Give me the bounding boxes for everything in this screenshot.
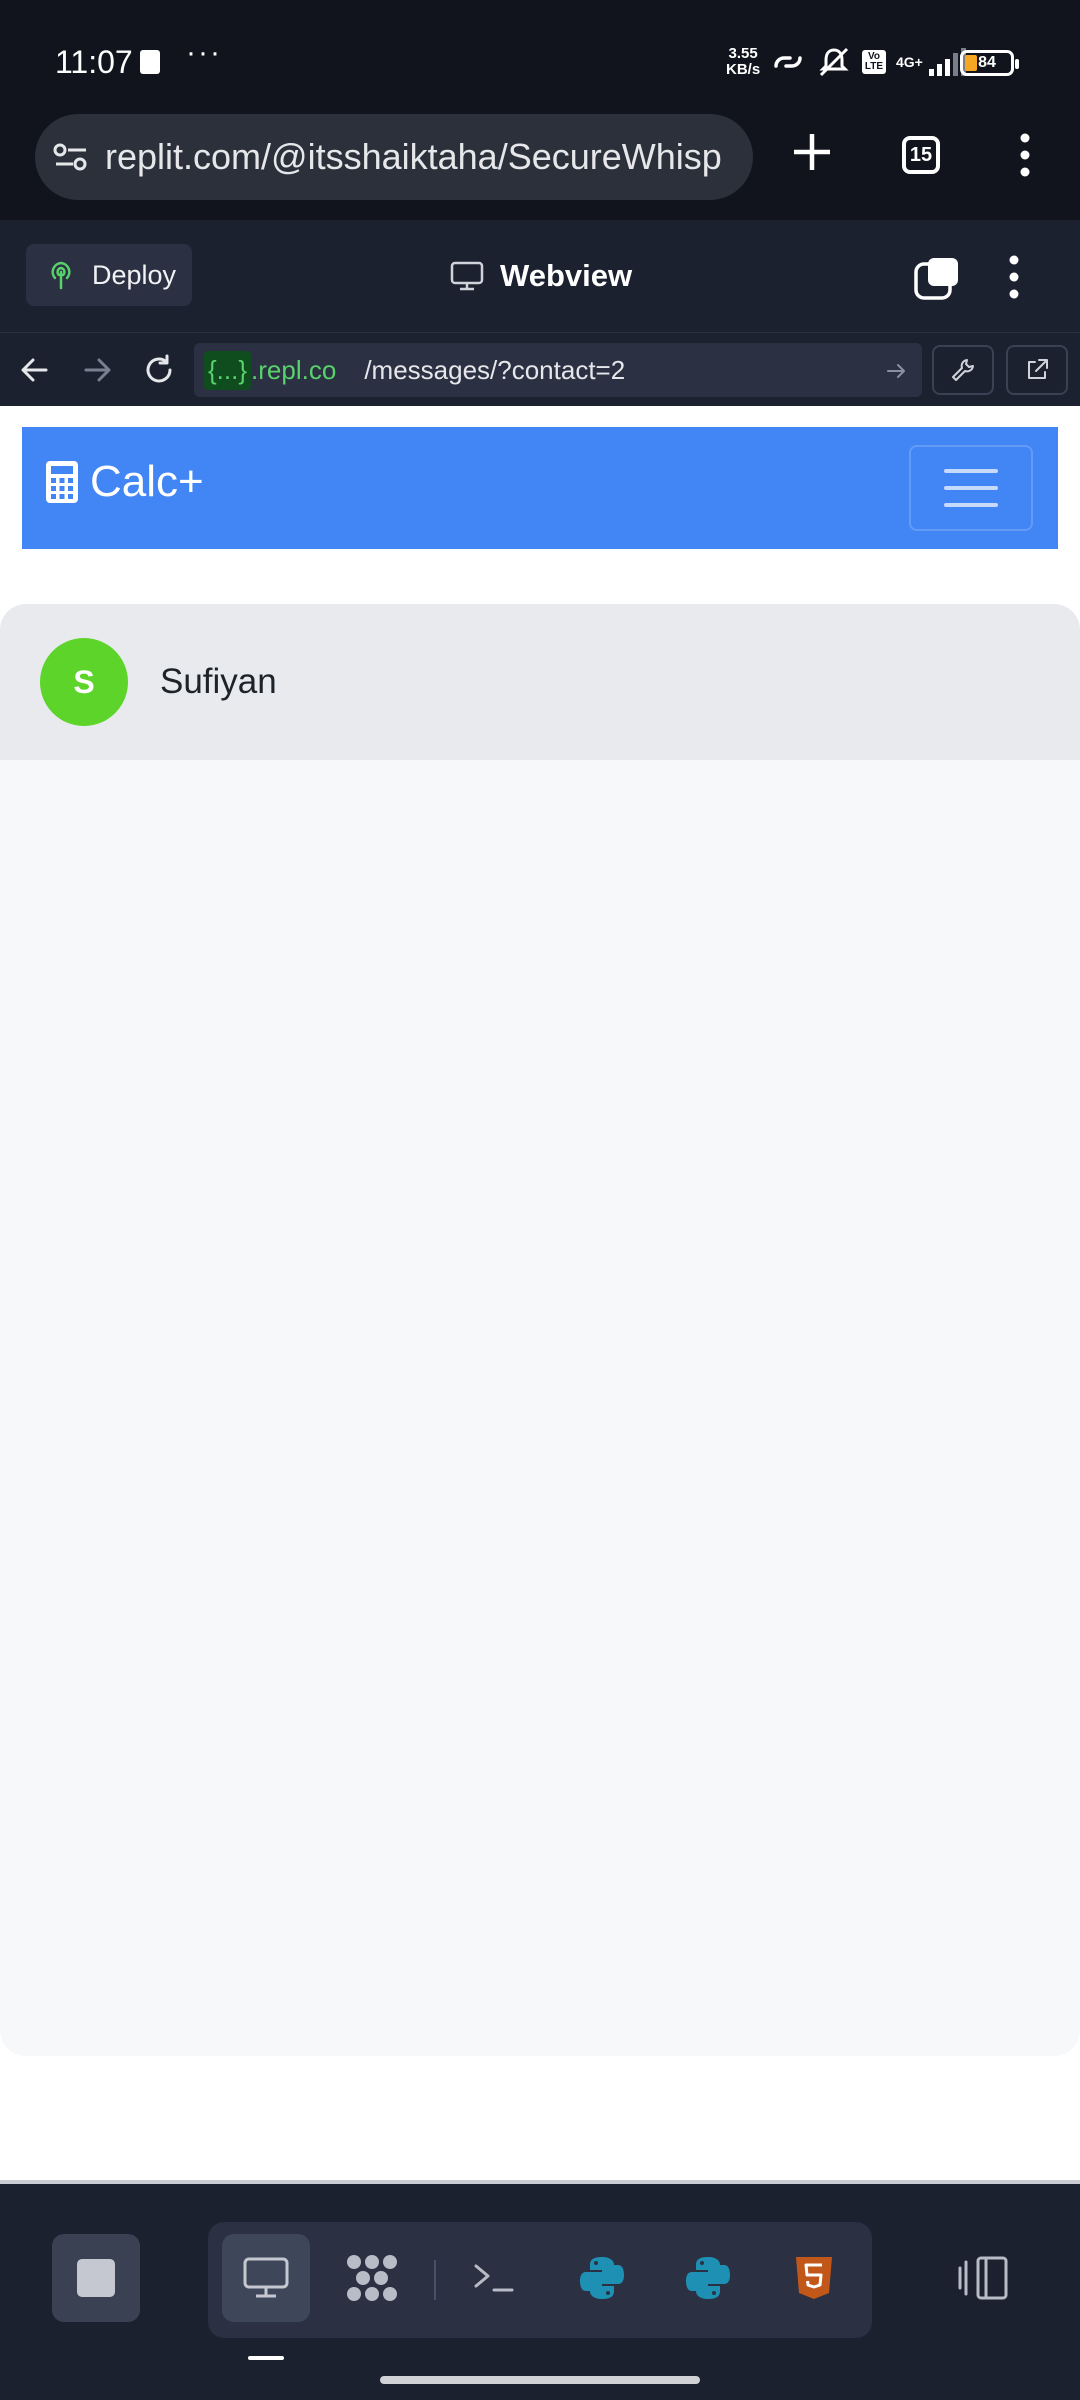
pane-menu-icon[interactable] <box>998 252 1030 302</box>
calculator-icon <box>46 461 78 503</box>
webview-url-bar: {...} .repl.co /messages/?contact=2 <box>0 332 1080 406</box>
browser-menu-icon[interactable] <box>1010 130 1040 180</box>
app-brand[interactable]: Calc+ <box>46 457 204 507</box>
devtools-button[interactable] <box>932 345 994 395</box>
url-path[interactable]: /messages/?contact=2 <box>364 355 625 386</box>
repl-domain: .repl.co <box>251 354 337 385</box>
clock: 11:07 <box>55 44 133 80</box>
hamburger-line <box>944 503 998 507</box>
packages-icon[interactable] <box>328 2234 416 2322</box>
python-icon[interactable] <box>664 2234 752 2322</box>
contact-name: Sufiyan <box>160 662 277 701</box>
pane-title: Webview <box>450 258 632 294</box>
url-text[interactable]: replit.com/@itsshaiktaha/SecureWhisp <box>105 136 722 178</box>
python-icon[interactable] <box>558 2234 646 2322</box>
volte-badge: Vo LTE <box>862 50 886 74</box>
battery-saver-icon <box>140 50 160 74</box>
network-type: 4G+ <box>896 54 923 70</box>
hotspot-link-icon <box>774 56 802 68</box>
browser-toolbar: replit.com/@itsshaiktaha/SecureWhisp 15 <box>0 112 1080 220</box>
repl-tag: {...} <box>204 350 252 390</box>
tab-switcher-button[interactable]: 15 <box>902 136 940 174</box>
webview-content: Calc+ S Sufiyan <box>0 406 1080 2186</box>
stop-icon <box>77 2259 115 2297</box>
chat-header: S Sufiyan <box>0 604 1080 760</box>
replit-dock <box>0 2184 1080 2400</box>
html5-icon[interactable] <box>770 2234 858 2322</box>
hamburger-line <box>944 469 998 473</box>
site-settings-icon[interactable] <box>53 141 89 173</box>
wrench-icon <box>952 359 974 381</box>
home-indicator[interactable] <box>380 2376 700 2384</box>
more-notifications-indicator: ··· <box>186 36 222 69</box>
external-link-icon <box>1028 359 1048 379</box>
active-tab-indicator <box>248 2356 284 2360</box>
network-speed-value: 3.55 <box>728 45 758 62</box>
reload-icon[interactable] <box>140 351 178 389</box>
contact-avatar: S <box>40 638 128 726</box>
open-in-new-tab-button[interactable] <box>1006 345 1068 395</box>
go-arrow-icon[interactable] <box>884 359 908 383</box>
shell-icon[interactable] <box>450 2234 538 2322</box>
webview-icon[interactable] <box>222 2234 310 2322</box>
battery-level-fill <box>965 55 977 71</box>
new-tab-icon[interactable] <box>788 128 836 176</box>
hamburger-line <box>944 486 998 490</box>
copy-window-icon[interactable] <box>914 256 960 300</box>
chat-panel: S Sufiyan <box>0 604 1080 2056</box>
tool-tabs <box>208 2222 872 2338</box>
deploy-label: Deploy <box>92 259 177 290</box>
mute-icon <box>819 47 849 77</box>
deploy-button[interactable]: Deploy <box>26 244 192 306</box>
network-speed-unit: KB/s <box>726 61 761 78</box>
monitor-icon <box>450 261 484 291</box>
stop-button[interactable] <box>52 2234 140 2322</box>
status-bar: 11:07 ··· 3.55 KB/s Vo LTE 4G+ 84 <box>0 0 1080 112</box>
deploy-icon <box>51 261 71 290</box>
back-arrow-icon[interactable] <box>16 351 54 389</box>
address-bar[interactable]: replit.com/@itsshaiktaha/SecureWhisp <box>35 114 753 200</box>
forward-arrow-icon[interactable] <box>78 351 116 389</box>
hamburger-menu-button[interactable] <box>909 445 1033 531</box>
replit-header: Deploy Webview <box>0 220 1080 332</box>
status-icons: Vo LTE 4G+ <box>770 44 969 80</box>
layout-toggle-icon[interactable] <box>956 2254 1010 2302</box>
app-navbar: Calc+ <box>22 427 1058 549</box>
webview-url-field[interactable]: {...} .repl.co /messages/?contact=2 <box>194 343 922 397</box>
battery-indicator: 84 <box>960 50 1019 76</box>
pane-title-text: Webview <box>500 258 633 293</box>
dock-divider <box>434 2260 436 2300</box>
app-brand-text[interactable]: Calc+ <box>90 457 204 507</box>
network-speed: 3.55 KB/s <box>726 46 760 78</box>
battery-level: 84 <box>978 54 996 71</box>
